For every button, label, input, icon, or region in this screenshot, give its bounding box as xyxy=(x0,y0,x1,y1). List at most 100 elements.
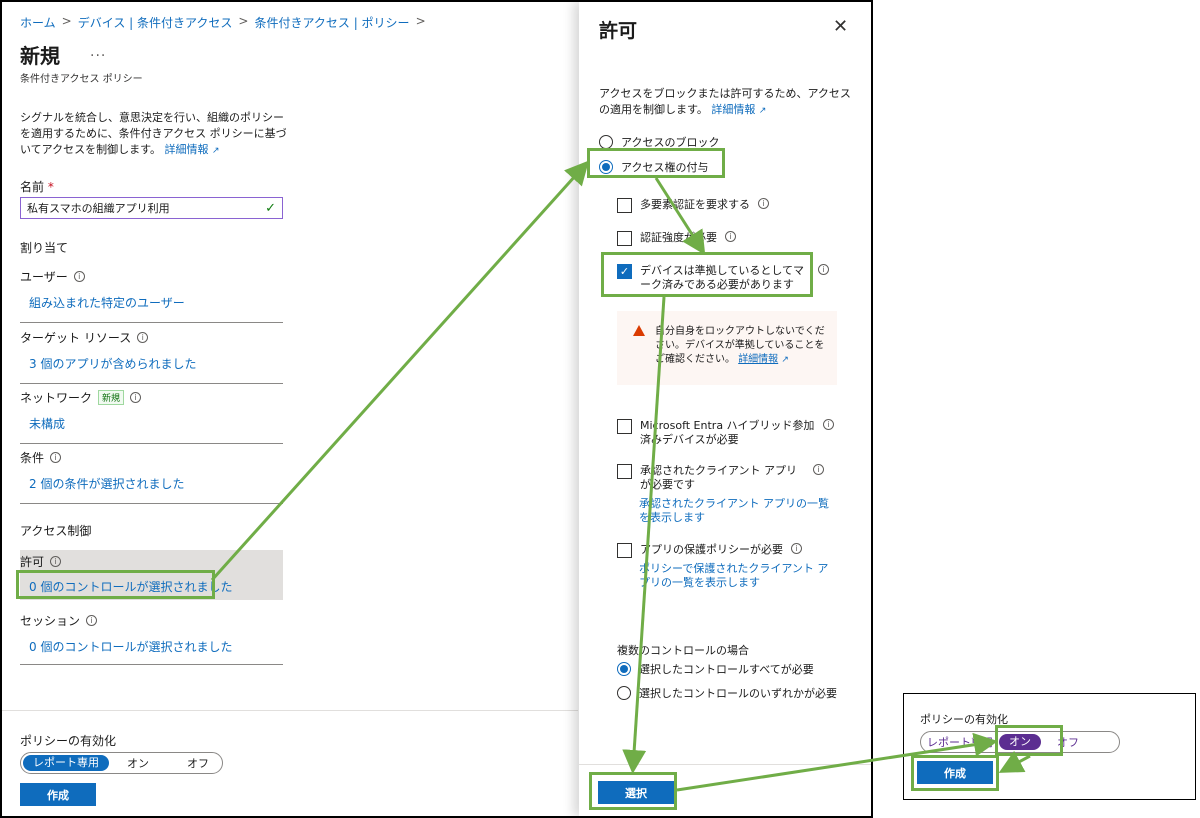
warning-learn-more-link[interactable]: 詳細情報 xyxy=(738,354,778,365)
checkbox-box[interactable] xyxy=(617,543,632,558)
close-icon[interactable]: ✕ xyxy=(833,16,848,37)
new-policy-blade: ホーム > デバイス | 条件付きアクセス > 条件付きアクセス | ポリシー … xyxy=(2,2,578,816)
approved-app-label: 承認されたクライアント アプリが必要です xyxy=(640,464,798,491)
panel-footer-divider xyxy=(579,764,871,765)
app-protection-label: アプリの保護ポリシーが必要 xyxy=(640,543,783,556)
warning-icon xyxy=(633,325,645,336)
highlight-create-button xyxy=(911,755,999,791)
info-icon[interactable]: i xyxy=(823,419,834,430)
main-window: ホーム > デバイス | 条件付きアクセス > 条件付きアクセス | ポリシー … xyxy=(0,0,873,818)
grant-label-text: 許可 xyxy=(20,555,45,569)
checkbox-mfa[interactable]: 多要素認証を要求する i xyxy=(617,198,769,213)
target-resources-link[interactable]: 3 個のアプリが含められました xyxy=(29,355,196,372)
radio-require-all[interactable]: 選択したコントロールすべてが必要 xyxy=(617,661,814,677)
info-icon[interactable]: i xyxy=(86,615,98,626)
external-link-icon: ↗ xyxy=(781,355,789,365)
conditions-label: 条件 i xyxy=(20,449,283,466)
info-icon[interactable]: i xyxy=(50,556,62,567)
users-label-text: ユーザー xyxy=(20,270,68,284)
info-icon[interactable]: i xyxy=(137,332,149,343)
breadcrumb-devices[interactable]: デバイス | 条件付きアクセス xyxy=(78,14,233,31)
radio-require-one[interactable]: 選択したコントロールのいずれかが必要 xyxy=(617,685,837,701)
breadcrumb-home[interactable]: ホーム xyxy=(20,14,56,31)
info-icon[interactable]: i xyxy=(725,231,736,242)
require-all-label: 選択したコントロールすべてが必要 xyxy=(639,663,814,676)
network-label: ネットワーク 新規 i xyxy=(20,389,283,406)
enable-policy-toggle[interactable]: レポート専用 オン オフ xyxy=(20,752,223,774)
highlight-select-button xyxy=(589,772,677,810)
info-icon[interactable]: i xyxy=(818,264,829,275)
session-link[interactable]: 0 個のコントロールが選択されました xyxy=(29,638,232,655)
intro-learn-more-link[interactable]: 詳細情報 xyxy=(165,143,209,156)
auth-strength-label: 認証強度が必要 xyxy=(640,231,717,244)
checkbox-app-protection[interactable]: アプリの保護ポリシーが必要 i xyxy=(617,543,802,558)
highlight-on-toggle xyxy=(995,725,1063,756)
radio-circle-selected[interactable] xyxy=(617,662,631,676)
info-icon[interactable]: i xyxy=(50,452,62,463)
breadcrumb-separator: > xyxy=(238,14,249,28)
new-badge: 新規 xyxy=(98,390,125,405)
info-icon[interactable]: i xyxy=(758,198,769,209)
info-icon[interactable]: i xyxy=(130,392,142,403)
callout-toggle-report-only[interactable]: レポート専用 xyxy=(921,734,999,750)
panel-description: アクセスをブロックまたは許可するため、アクセスの適用を制御します。 詳細情報 ↗ xyxy=(599,86,861,119)
info-icon[interactable]: i xyxy=(73,271,85,282)
highlight-grant-access xyxy=(587,148,725,178)
checkbox-box[interactable] xyxy=(617,464,632,479)
checkbox-box[interactable] xyxy=(617,231,632,246)
breadcrumb: ホーム > デバイス | 条件付きアクセス > 条件付きアクセス | ポリシー … xyxy=(20,14,426,31)
session-label: セッション i xyxy=(20,612,283,629)
panel-learn-more-link[interactable]: 詳細情報 xyxy=(711,103,755,116)
panel-title: 許可 xyxy=(599,20,638,42)
conditions-section: 条件 i 2 個の条件が選択されました xyxy=(20,449,283,504)
conditions-link[interactable]: 2 個の条件が選択されました xyxy=(29,475,184,492)
page-title: 新規 xyxy=(20,44,60,68)
checkmark-icon: ✓ xyxy=(265,200,276,216)
multiple-controls-label: 複数のコントロールの場合 xyxy=(617,644,749,657)
footer-divider xyxy=(2,710,578,711)
checkbox-approved-app[interactable]: 承認されたクライアント アプリが必要です i xyxy=(617,464,837,492)
lockout-warning: 自分自身をロックアウトしないでください。デバイスが準拠していることをご確認くださ… xyxy=(617,311,837,385)
toggle-off[interactable]: オフ xyxy=(177,755,219,771)
session-label-text: セッション xyxy=(20,614,81,628)
name-label-text: 名前 xyxy=(20,180,45,194)
info-icon[interactable]: i xyxy=(813,464,824,475)
checkbox-hybrid-joined[interactable]: Microsoft Entra ハイブリッド参加済みデバイスが必要 i xyxy=(617,419,837,447)
session-section: セッション i 0 個のコントロールが選択されました xyxy=(20,612,283,665)
radio-circle[interactable] xyxy=(599,135,613,149)
external-link-icon: ↗ xyxy=(758,106,767,116)
breadcrumb-separator: > xyxy=(415,14,426,28)
create-button[interactable]: 作成 xyxy=(20,783,96,806)
users-label: ユーザー i xyxy=(20,268,283,285)
conditions-label-text: 条件 xyxy=(20,451,45,465)
network-section: ネットワーク 新規 i 未構成 xyxy=(20,389,283,444)
name-input[interactable]: 私有スマホの組織アプリ利用 ✓ xyxy=(20,197,283,219)
info-icon[interactable]: i xyxy=(791,543,802,554)
page-subtitle: 条件付きアクセス ポリシー xyxy=(20,74,143,85)
intro-text: シグナルを統合し、意思決定を行い、組織のポリシーを適用するために、条件付きアクセ… xyxy=(20,110,290,159)
intro-description: シグナルを統合し、意思決定を行い、組織のポリシーを適用するために、条件付きアクセ… xyxy=(20,111,287,156)
grant-label: 許可 i xyxy=(20,550,283,570)
users-link[interactable]: 組み込まれた特定のユーザー xyxy=(29,294,185,311)
toggle-report-only[interactable]: レポート専用 xyxy=(23,755,109,771)
external-link-icon: ↗ xyxy=(212,146,220,156)
radio-circle[interactable] xyxy=(617,686,631,700)
checkbox-box[interactable] xyxy=(617,198,632,213)
grant-panel: 許可 ✕ アクセスをブロックまたは許可するため、アクセスの適用を制御します。 詳… xyxy=(579,2,871,816)
assignments-heading: 割り当て xyxy=(20,241,69,255)
checkbox-box[interactable] xyxy=(617,419,632,434)
checkbox-auth-strength[interactable]: 認証強度が必要 i xyxy=(617,231,736,246)
enable-policy-label: ポリシーの有効化 xyxy=(20,734,117,748)
toggle-on[interactable]: オン xyxy=(117,755,159,771)
network-label-text: ネットワーク xyxy=(20,391,93,405)
approved-apps-list-link[interactable]: 承認されたクライアント アプリの一覧を表示します xyxy=(639,497,839,525)
more-icon[interactable]: ... xyxy=(90,44,106,60)
name-input-value: 私有スマホの組織アプリ利用 xyxy=(27,202,170,215)
breadcrumb-policies[interactable]: 条件付きアクセス | ポリシー xyxy=(254,14,409,31)
target-label-text: ターゲット リソース xyxy=(20,331,132,345)
protected-apps-list-link[interactable]: ポリシーで保護されたクライアント アプリの一覧を表示します xyxy=(639,562,839,590)
highlight-compliant-device xyxy=(601,252,813,297)
target-resources-section: ターゲット リソース i 3 個のアプリが含められました xyxy=(20,329,283,384)
users-section: ユーザー i 組み込まれた特定のユーザー xyxy=(20,268,283,323)
network-link[interactable]: 未構成 xyxy=(29,415,65,432)
